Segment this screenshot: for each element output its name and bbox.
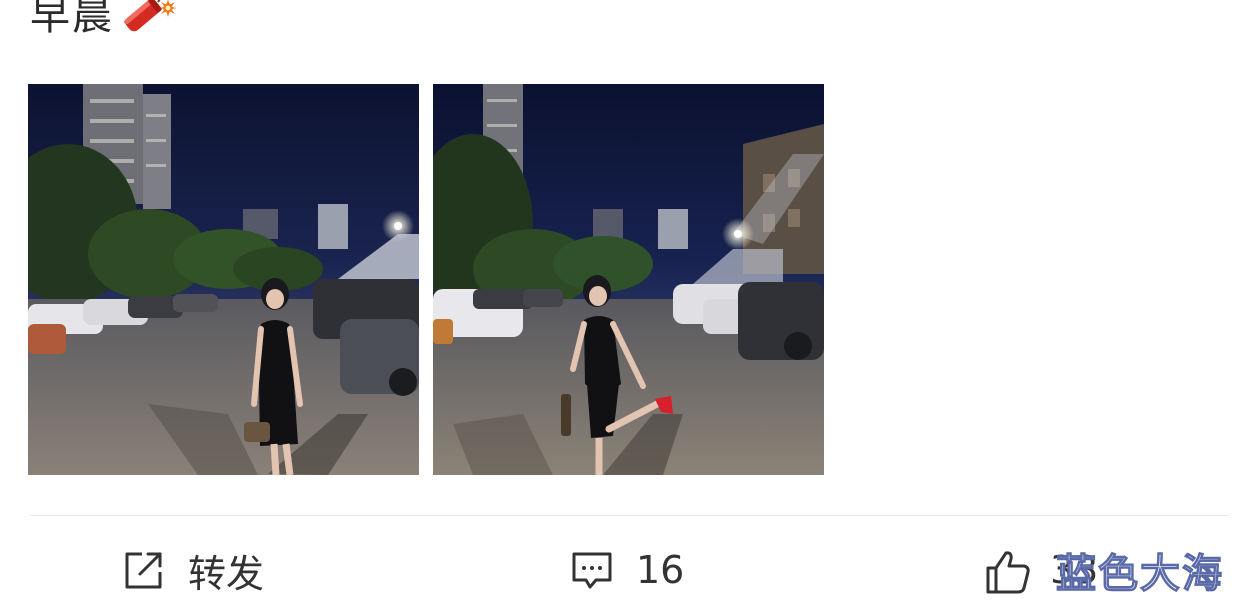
post-body-text: 早晨: [30, 0, 114, 39]
comment-button[interactable]: 16: [570, 540, 684, 600]
comment-icon: [570, 548, 614, 592]
post-photo-2[interactable]: [433, 84, 824, 475]
post-photo-1[interactable]: [28, 84, 419, 475]
share-icon: [122, 548, 166, 592]
repost-label: 转发: [188, 551, 265, 596]
repost-button[interactable]: 转发: [122, 540, 264, 600]
divider: [30, 515, 1228, 516]
firecracker-icon: [118, 0, 180, 34]
comment-count: 16: [636, 548, 685, 592]
post-text: 早晨: [30, 0, 180, 42]
weibo-post: 早晨 转发 16 33 蓝色大海: [0, 0, 1256, 616]
thumbs-up-icon: [984, 548, 1030, 594]
watermark: 蓝色大海: [1055, 550, 1224, 597]
